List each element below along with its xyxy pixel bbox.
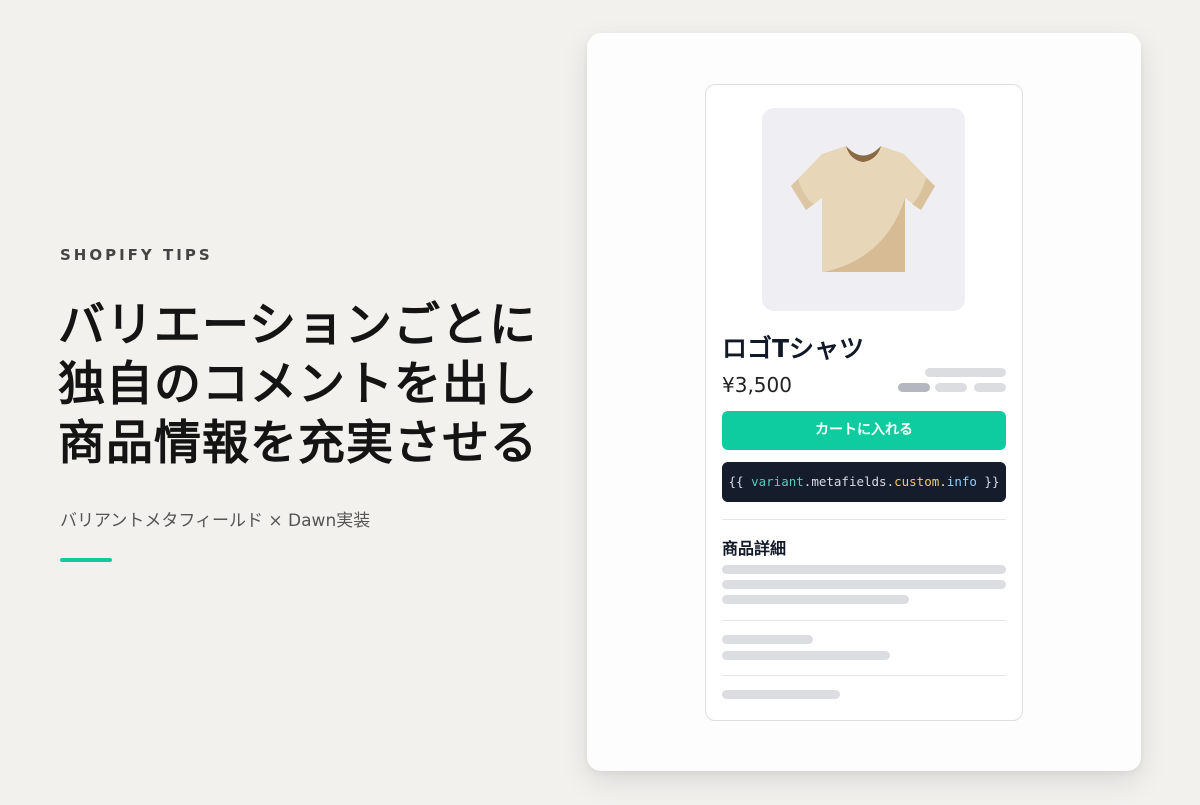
product-card: ロゴTシャツ ¥3,500 カートに入れる {{ variant.metafie…	[705, 84, 1023, 721]
placeholder-line	[722, 580, 1006, 589]
headline-line-1: バリエーションごとに	[58, 298, 538, 353]
accent-bar	[60, 558, 112, 562]
variant-option[interactable]	[935, 383, 967, 392]
code-token: custom	[894, 474, 940, 489]
details-title: 商品詳細	[722, 539, 787, 558]
tshirt-icon	[791, 146, 935, 272]
product-title: ロゴTシャツ	[722, 334, 865, 363]
headline-line-3: 商品情報を充実させる	[58, 416, 538, 471]
divider	[722, 675, 1006, 676]
mockup-panel: ロゴTシャツ ¥3,500 カートに入れる {{ variant.metafie…	[587, 33, 1141, 771]
liquid-code-snippet: {{ variant.metafields.custom.info }}	[722, 462, 1006, 502]
product-image	[762, 108, 965, 311]
placeholder-line	[925, 368, 1006, 377]
add-to-cart-button[interactable]: カートに入れる	[722, 411, 1006, 450]
code-token: metafields	[811, 474, 887, 489]
headline-line-2: 独自のコメントを出し	[58, 357, 538, 412]
code-token: {{	[728, 474, 752, 489]
code-token: }}	[976, 474, 1000, 489]
divider	[722, 620, 1006, 621]
subtitle: バリアントメタフィールド × Dawn実装	[60, 511, 371, 531]
variant-option-selected[interactable]	[898, 383, 930, 392]
placeholder-line	[722, 635, 813, 644]
divider	[722, 519, 1006, 520]
placeholder-line	[722, 690, 840, 699]
code-token: .	[886, 474, 895, 489]
code-token: .	[939, 474, 947, 489]
code-token: variant	[751, 474, 804, 489]
product-price: ¥3,500	[722, 373, 792, 397]
variant-option[interactable]	[974, 383, 1006, 392]
code-token: info	[946, 474, 977, 489]
placeholder-line	[722, 565, 1006, 574]
headline: バリエーションごとに 独自のコメントを出し 商品情報を充実させる	[58, 296, 558, 473]
eyebrow-label: SHOPIFY TIPS	[60, 246, 213, 264]
placeholder-line	[722, 651, 890, 660]
placeholder-line	[722, 595, 909, 604]
